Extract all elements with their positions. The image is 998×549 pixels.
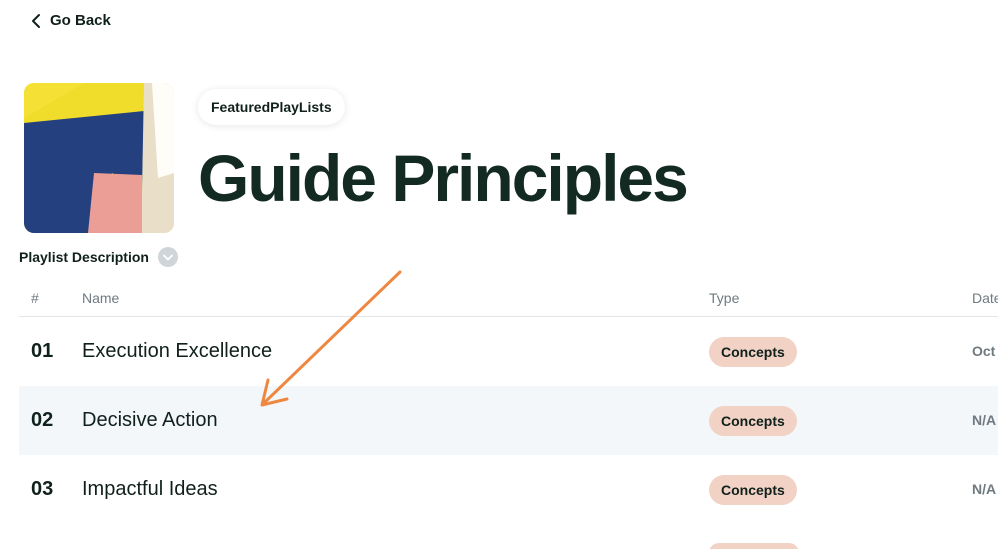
row-number: 03 [31,478,54,500]
column-header-type[interactable]: Type [709,290,739,306]
row-number: 01 [31,340,54,362]
column-header-date[interactable]: Date [972,290,998,306]
table-header: # Name Type Date [19,281,998,317]
type-badge-partial [709,543,799,549]
row-date: N/A [972,481,997,497]
type-badge: Concepts [709,337,797,367]
column-header-name[interactable]: Name [82,290,119,306]
page-title: Guide Principles [198,141,689,215]
chevron-left-icon [32,13,40,28]
type-badge: Concepts [709,475,797,505]
row-name[interactable]: Execution Excellence [82,340,272,363]
playlist-cover-image [24,83,174,233]
table-row[interactable]: 01 Execution Excellence Concepts Oct [19,317,998,386]
row-date: Oct [972,343,996,359]
table-row[interactable]: 03 Impactful Ideas Concepts N/A [19,455,998,524]
chevron-down-icon[interactable] [157,247,178,267]
row-number: 02 [31,409,54,431]
table-row[interactable]: 02 Decisive Action Concepts N/A [19,386,998,455]
go-back-label: Go Back [50,12,111,29]
type-badge: Concepts [709,406,797,436]
featured-playlists-tag[interactable]: FeaturedPlayLists [198,89,345,125]
playlist-description-toggle[interactable]: Playlist Description [19,247,178,267]
row-name[interactable]: Decisive Action [82,409,218,432]
row-date: N/A [972,412,997,428]
column-header-number: # [31,290,39,306]
go-back-link[interactable]: Go Back [30,12,111,29]
row-name[interactable]: Impactful Ideas [82,478,218,501]
playlist-table: # Name Type Date 01 Execution Excellence… [19,281,998,524]
playlist-description-label: Playlist Description [19,249,149,265]
